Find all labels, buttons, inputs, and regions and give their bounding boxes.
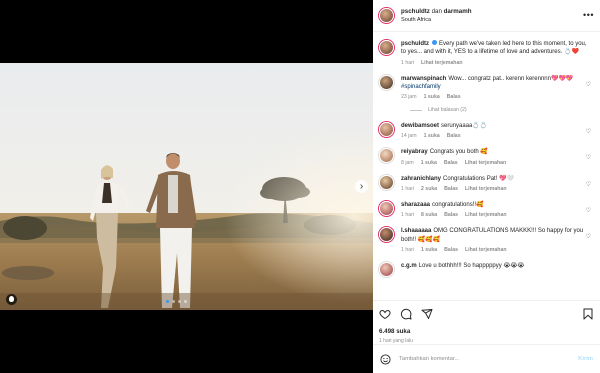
emoji-icon[interactable] <box>380 353 391 365</box>
post-caption: pschuldtz Every path we've taken led here… <box>379 40 594 66</box>
comment-item: reiyabray Congrats you both 🥰 8 jam 1 suka… <box>379 148 594 166</box>
comment-username[interactable]: sharazaaa <box>401 202 430 208</box>
comment-username[interactable]: marwanspinach <box>401 76 446 82</box>
see-translation-link[interactable]: Lihat terjemahan <box>465 247 507 253</box>
see-translation-link[interactable]: Lihat terjemahan <box>465 186 507 192</box>
comment-text: serunyaaaa💍💍 <box>441 123 488 130</box>
like-comment-icon[interactable]: ♡ <box>586 181 591 188</box>
comment-username[interactable]: c.g.m <box>401 263 417 269</box>
reply-button[interactable]: Balas <box>444 186 458 192</box>
author-avatar[interactable] <box>379 40 394 55</box>
comment-time[interactable]: 14 jam <box>401 133 417 139</box>
comment-item: c.g.m Love u bothhh!!! So happpppyy 😭😭😭 <box>379 261 594 277</box>
author-username[interactable]: pschuldtz <box>401 8 430 15</box>
comment-item: l.shaaaaaa OMG CONGRATULATIONS MAKKK!!! S… <box>379 227 594 253</box>
comment-likes[interactable]: 1 suka <box>421 247 437 253</box>
coauthor-username[interactable]: darmamh <box>444 8 472 15</box>
comment-text: Love u bothhh!!! So happpppyy 😭😭😭 <box>418 262 525 269</box>
commenter-avatar[interactable] <box>379 227 394 243</box>
add-comment-input[interactable] <box>399 356 579 362</box>
comment-item: dewibamsoet serunyaaaa💍💍 14 jam 1 suka Bala… <box>379 122 594 139</box>
see-translation-link[interactable]: Lihat terjemahan <box>465 212 507 218</box>
add-comment-bar: Kirim <box>373 344 600 373</box>
comment-text: Congrats you both 🥰 <box>429 149 488 156</box>
view-replies-button[interactable]: Lihat balasan (2) <box>410 107 594 113</box>
save-bookmark-icon[interactable] <box>582 308 594 320</box>
chevron-right-icon: › <box>359 181 364 192</box>
view-replies-label: Lihat balasan (2) <box>428 107 467 114</box>
tagged-users-icon[interactable] <box>6 294 17 305</box>
more-options-icon[interactable]: ••• <box>583 11 594 20</box>
comment-likes[interactable]: 8 suka <box>421 212 437 218</box>
verified-badge-icon <box>432 40 437 45</box>
caption-time[interactable]: 1 hari <box>401 60 414 66</box>
comment-likes[interactable]: 1 suka <box>421 160 437 166</box>
comment-likes[interactable]: 1 suka <box>424 133 440 139</box>
comment-likes[interactable]: 1 suka <box>424 94 440 100</box>
comment-likes[interactable]: 2 suka <box>421 186 437 192</box>
comment-username[interactable]: dewibamsoet <box>401 123 439 129</box>
like-comment-icon[interactable]: ♡ <box>586 81 591 88</box>
post-actions: 6.498 suka 1 hari yang lalu <box>373 300 600 344</box>
like-comment-icon[interactable]: ♡ <box>586 154 591 161</box>
like-comment-icon[interactable]: ♡ <box>586 233 591 240</box>
commenter-avatar[interactable] <box>379 148 394 164</box>
coauthor-connector: dan <box>429 7 444 15</box>
post-details-panel: pschuldtz dan darmamh South Africa ••• p… <box>373 0 600 373</box>
carousel-dot <box>184 300 187 303</box>
carousel-indicator <box>166 300 187 303</box>
carousel-next-button[interactable]: › <box>355 180 368 193</box>
instagram-post-modal: › pschuldtz dan darmamh South Africa •••… <box>0 0 600 373</box>
post-location[interactable]: South Africa <box>401 16 472 25</box>
comment-time[interactable]: 1 hari <box>401 186 414 192</box>
like-count[interactable]: 6.498 suka <box>379 328 594 335</box>
carousel-dot <box>172 300 175 303</box>
like-comment-icon[interactable]: ♡ <box>586 128 591 135</box>
reply-button[interactable]: Balas <box>444 160 458 166</box>
comment-hashtag[interactable]: #spinachfamily <box>401 84 441 90</box>
comment-bubble-icon[interactable] <box>400 308 412 320</box>
comment-time[interactable]: 23 jam <box>401 94 417 100</box>
like-heart-icon[interactable] <box>379 308 391 320</box>
reply-button[interactable]: Balas <box>444 212 458 218</box>
reply-button[interactable]: Balas <box>444 247 458 253</box>
carousel-dot <box>178 300 181 303</box>
commenter-avatar[interactable] <box>379 201 394 217</box>
comment-text: Congratulations Pat! 💖🤍 <box>443 175 514 182</box>
post-comment-button[interactable]: Kirim <box>578 356 593 362</box>
author-avatar[interactable] <box>379 8 394 23</box>
commenter-avatar[interactable] <box>379 74 394 90</box>
comment-username[interactable]: zahranichlany <box>401 176 441 182</box>
commenter-avatar[interactable] <box>379 174 394 190</box>
like-comment-icon[interactable]: ♡ <box>586 207 591 214</box>
post-header: pschuldtz dan darmamh South Africa ••• <box>373 0 600 32</box>
comment-username[interactable]: l.shaaaaaa <box>401 228 431 234</box>
comment-text: Wow... congratz pat.. kerenn kerennnn💖💖💖 <box>448 75 574 82</box>
caption-username[interactable]: pschuldtz <box>401 41 429 47</box>
post-media: › <box>0 0 373 373</box>
carousel-dot <box>166 300 169 303</box>
comment-time[interactable]: 1 hari <box>401 247 414 253</box>
post-photo[interactable] <box>0 63 373 310</box>
comment-username[interactable]: reiyabray <box>401 149 428 155</box>
comment-item: zahranichlany Congratulations Pat! 💖🤍 1 h… <box>379 174 594 192</box>
savanna-couple-photo <box>0 63 373 310</box>
comments-list[interactable]: pschuldtz Every path we've taken led here… <box>373 32 600 300</box>
reply-button[interactable]: Balas <box>447 133 461 139</box>
replies-divider <box>410 109 422 111</box>
comment-time[interactable]: 1 hari <box>401 212 414 218</box>
reply-button[interactable]: Balas <box>447 94 461 100</box>
comment-item: sharazaaa congratulations!!🥰 1 hari 8 suka… <box>379 201 594 218</box>
comment-item: marwanspinach Wow... congratz pat.. keren… <box>379 74 594 100</box>
see-translation-link[interactable]: Lihat terjemahan <box>421 60 463 66</box>
comment-time[interactable]: 8 jam <box>401 160 414 166</box>
commenter-avatar[interactable] <box>379 122 394 138</box>
commenter-avatar[interactable] <box>379 261 394 277</box>
share-send-icon[interactable] <box>421 308 433 320</box>
comment-text: congratulations!!🥰 <box>432 202 484 209</box>
see-translation-link[interactable]: Lihat terjemahan <box>465 160 507 166</box>
